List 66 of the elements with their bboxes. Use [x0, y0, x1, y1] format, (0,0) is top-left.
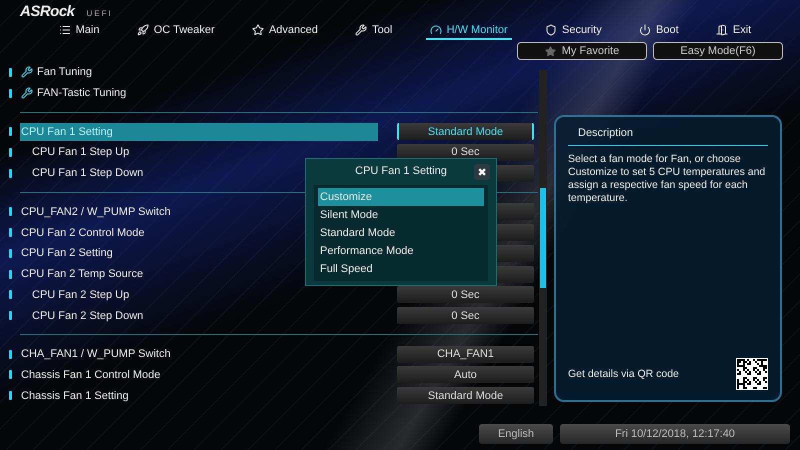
setting-label[interactable]: CPU Fan 2 Step Down [20, 306, 378, 325]
row-marker [9, 207, 12, 216]
nav-tab[interactable]: H/W Monitor [426, 22, 512, 40]
row-marker [9, 370, 12, 380]
nav-tab[interactable]: Boot [635, 22, 683, 40]
date-time: Fri 10/12/2018, 12:17:40 [560, 424, 790, 444]
value-button[interactable]: 0 Sec [397, 307, 534, 324]
star-icon [544, 46, 556, 56]
wrench-icon [21, 87, 33, 100]
rocket-icon [136, 24, 149, 36]
value-button[interactable]: 0 Sec [397, 144, 534, 161]
value-button[interactable]: CHA_FAN1 [397, 346, 534, 363]
close-button[interactable]: ✖ [474, 164, 490, 180]
value-button[interactable]: Standard Mode [397, 387, 534, 404]
nav-tab[interactable]: Security [540, 22, 606, 40]
setting-label[interactable]: CHA_FAN1 / W_PUMP Switch [20, 345, 378, 364]
setting-label[interactable]: Chassis Fan 1 Setting [20, 386, 378, 405]
scroll-thumb[interactable] [540, 188, 546, 288]
popup-option[interactable]: Standard Mode [318, 224, 484, 242]
menu-link[interactable]: Fan Tuning [20, 63, 378, 82]
row-marker [9, 311, 12, 320]
popup-option[interactable]: Full Speed [318, 260, 484, 278]
value-button[interactable]: Standard Mode [397, 123, 534, 140]
row-marker [9, 228, 12, 238]
gauge-icon [430, 24, 442, 36]
row-marker [9, 168, 12, 178]
row-marker [9, 248, 12, 258]
row-marker [9, 270, 12, 279]
row-marker [9, 68, 12, 77]
row-marker [9, 290, 12, 300]
nav-tab[interactable]: Exit [712, 22, 756, 40]
row-marker [9, 148, 12, 157]
wrench-icon [355, 24, 368, 36]
popup-option[interactable]: Silent Mode [318, 206, 484, 224]
row-marker [9, 350, 12, 359]
setting-label[interactable]: CPU Fan 1 Setting [20, 122, 378, 141]
row-marker [9, 391, 12, 400]
value-button[interactable]: Auto [397, 366, 534, 384]
language-button[interactable]: English [479, 424, 553, 444]
setting-label[interactable]: CPU Fan 1 Step Up [20, 143, 378, 162]
nav-tab[interactable]: Advanced [248, 22, 322, 40]
row-marker [9, 127, 12, 136]
favorite-button[interactable]: My Favorite [517, 42, 647, 60]
description-text: Select a fan mode for Fan, or choose Customize to set 5 CPU temperatures and assign a respective fan speed for each temperature. [568, 153, 766, 205]
easy-mode-button[interactable]: Easy Mode(F6) [653, 42, 783, 60]
panel-title: Description [568, 127, 768, 146]
popup-option[interactable]: Performance Mode [318, 242, 484, 260]
qr-code-icon [736, 358, 768, 390]
qr-label: Get details via QR code [568, 368, 679, 380]
star-icon [252, 24, 264, 36]
nav-tab[interactable]: Main [54, 22, 104, 40]
logo-suffix: UEFI [86, 9, 113, 18]
wrench-icon [21, 66, 33, 78]
nav-tab[interactable]: Tool [351, 22, 396, 40]
power-icon [639, 24, 651, 36]
setting-label[interactable]: Chassis Fan 1 Control Mode [20, 366, 378, 384]
popup-title: CPU Fan 1 Setting [355, 165, 447, 177]
brand-logo: ASRock [20, 3, 75, 20]
door-icon [716, 24, 728, 36]
shield-icon [544, 24, 557, 36]
setting-label[interactable]: CPU Fan 2 Step Up [20, 286, 378, 304]
scrollbar[interactable] [539, 70, 547, 406]
nav-tab[interactable]: OC Tweaker [132, 22, 219, 40]
row-marker [9, 88, 12, 98]
value-button[interactable]: 0 Sec [397, 286, 534, 304]
menu-link[interactable]: FAN-Tastic Tuning [20, 84, 378, 102]
